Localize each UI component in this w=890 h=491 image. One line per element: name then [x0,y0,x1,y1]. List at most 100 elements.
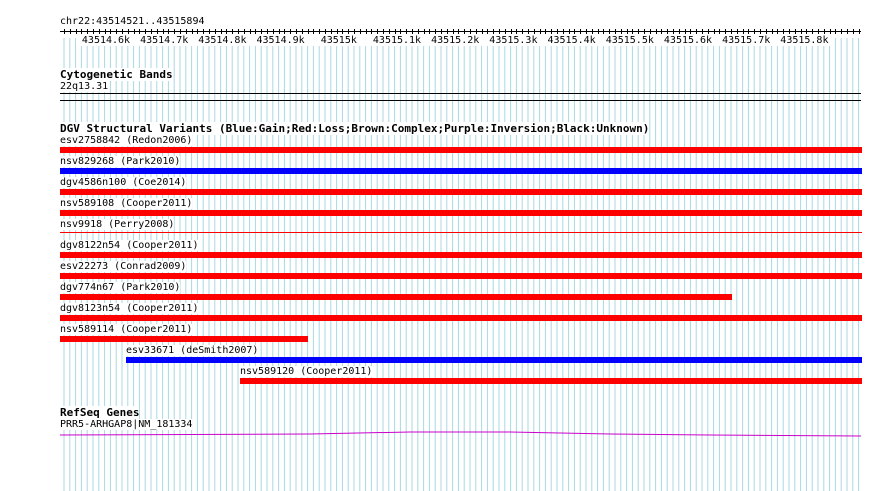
ruler: 43514.6k 43514.7k 43514.8k 43514.9k 43515k 43… [0,0,890,60]
variant-label[interactable]: esv33671 (deSmith2007) [126,345,259,356]
ruler-tick-label: 43515.5k [599,35,660,46]
ruler-minor-tick [168,29,169,34]
ruler-minor-tick [93,29,94,34]
variant-label[interactable]: esv2758842 (Redon2006) [60,135,193,146]
ruler-minor-tick [441,29,442,34]
variant-bar-gain[interactable] [126,357,862,363]
variant-label[interactable]: nsv9918 (Perry2008) [60,219,175,230]
variant-bar-loss[interactable] [60,336,308,342]
ruler-minor-tick [644,29,645,34]
ruler-tick-label: 43515.2k [425,35,486,46]
ruler-minor-tick [725,29,726,34]
ruler-minor-tick [627,29,628,34]
ruler-minor-tick [406,29,407,34]
ruler-minor-tick [383,29,384,34]
variant-label[interactable]: dgv8122n54 (Cooper2011) [60,240,199,251]
ruler-minor-tick [163,29,164,34]
ruler-minor-tick [389,29,390,34]
variant-bar-loss[interactable] [60,232,862,233]
ruler-minor-tick [325,29,326,34]
ruler-minor-tick [748,29,749,34]
ruler-minor-tick [209,29,210,34]
ruler-minor-tick [545,29,546,34]
variant-bar-gain[interactable] [60,168,862,174]
ruler-minor-tick [569,29,570,34]
ruler-minor-tick [783,29,784,34]
ruler-minor-tick [429,29,430,34]
variant-bar-loss[interactable] [60,189,862,195]
ruler-minor-tick [551,29,552,34]
ruler-minor-tick [731,29,732,34]
ruler-minor-tick [656,29,657,34]
cytoband-label[interactable]: 22q13.31 [60,81,109,92]
ruler-minor-tick [424,29,425,34]
ruler-minor-tick [197,29,198,34]
ruler-minor-tick [766,29,767,34]
ruler-minor-tick [516,29,517,34]
ruler-minor-tick [580,29,581,34]
ruler-minor-tick [714,29,715,34]
variant-label[interactable]: nsv589108 (Cooper2011) [60,198,193,209]
cytobands-title: Cytogenetic Bands [60,68,173,81]
ruler-minor-tick [267,29,268,34]
variant-bar-loss[interactable] [60,294,732,300]
ruler-minor-tick [238,29,239,34]
ruler-minor-tick [557,29,558,34]
ruler-minor-tick [679,29,680,34]
ruler-minor-tick [696,29,697,34]
ruler-minor-tick [366,29,367,34]
ruler-minor-tick [186,29,187,34]
variant-bar-loss[interactable] [60,315,862,321]
ruler-minor-tick [273,29,274,34]
ruler-minor-tick [638,29,639,34]
ruler-tick-label: 43515.1k [367,35,427,46]
ruler-tick-label: 43514.6k [76,35,136,46]
ruler-tick-label: 43514.8k [192,35,253,46]
ruler-minor-tick [400,29,401,34]
ruler-minor-tick [522,29,523,34]
ruler-minor-tick [313,29,314,34]
ruler-minor-tick [609,29,610,34]
ruler-minor-tick [621,29,622,34]
ruler-minor-tick [685,29,686,34]
variant-label[interactable]: esv22273 (Conrad2009) [60,261,187,272]
variant-bar-loss[interactable] [60,210,862,216]
ruler-minor-tick [453,29,454,34]
ruler-minor-tick [458,29,459,34]
variant-label[interactable]: nsv589120 (Cooper2011) [240,366,373,377]
variant-label[interactable]: dgv774n67 (Park2010) [60,282,181,293]
ruler-minor-tick [841,29,842,34]
ruler-minor-tick [476,29,477,34]
variant-label[interactable]: nsv589114 (Cooper2011) [60,324,193,335]
ruler-minor-tick [859,29,860,34]
ruler-minor-tick [244,29,245,34]
ruler-minor-tick [284,29,285,34]
ruler-tick-label: 43515.3k [483,35,544,46]
variant-bar-loss[interactable] [60,273,862,279]
ruler-minor-tick [702,29,703,34]
ruler-minor-tick [661,29,662,34]
ruler-minor-tick [64,29,65,34]
ruler-minor-tick [737,29,738,34]
ruler-minor-tick [76,29,77,34]
variant-label[interactable]: nsv829268 (Park2010) [60,156,181,167]
refseq-gene-line[interactable] [0,425,890,445]
variant-label[interactable]: dgv8123n54 (Cooper2011) [60,303,199,314]
ruler-minor-tick [487,29,488,34]
ruler-minor-tick [261,29,262,34]
variant-bar-loss[interactable] [60,147,862,153]
ruler-minor-tick [371,29,372,34]
ruler-minor-tick [673,29,674,34]
ruler-tick-label: 43515.7k [716,35,777,46]
ruler-tick-label: 43514.9k [250,35,311,46]
variant-bar-loss[interactable] [60,252,862,258]
ruler-minor-tick [806,29,807,34]
ruler-minor-tick [708,29,709,34]
ruler-minor-tick [70,29,71,34]
ruler-minor-tick [743,29,744,34]
variant-bar-loss[interactable] [240,378,862,384]
ruler-minor-tick [470,29,471,34]
ruler-minor-tick [598,29,599,34]
variant-label[interactable]: dgv4586n100 (Coe2014) [60,177,187,188]
ruler-minor-tick [226,29,227,34]
